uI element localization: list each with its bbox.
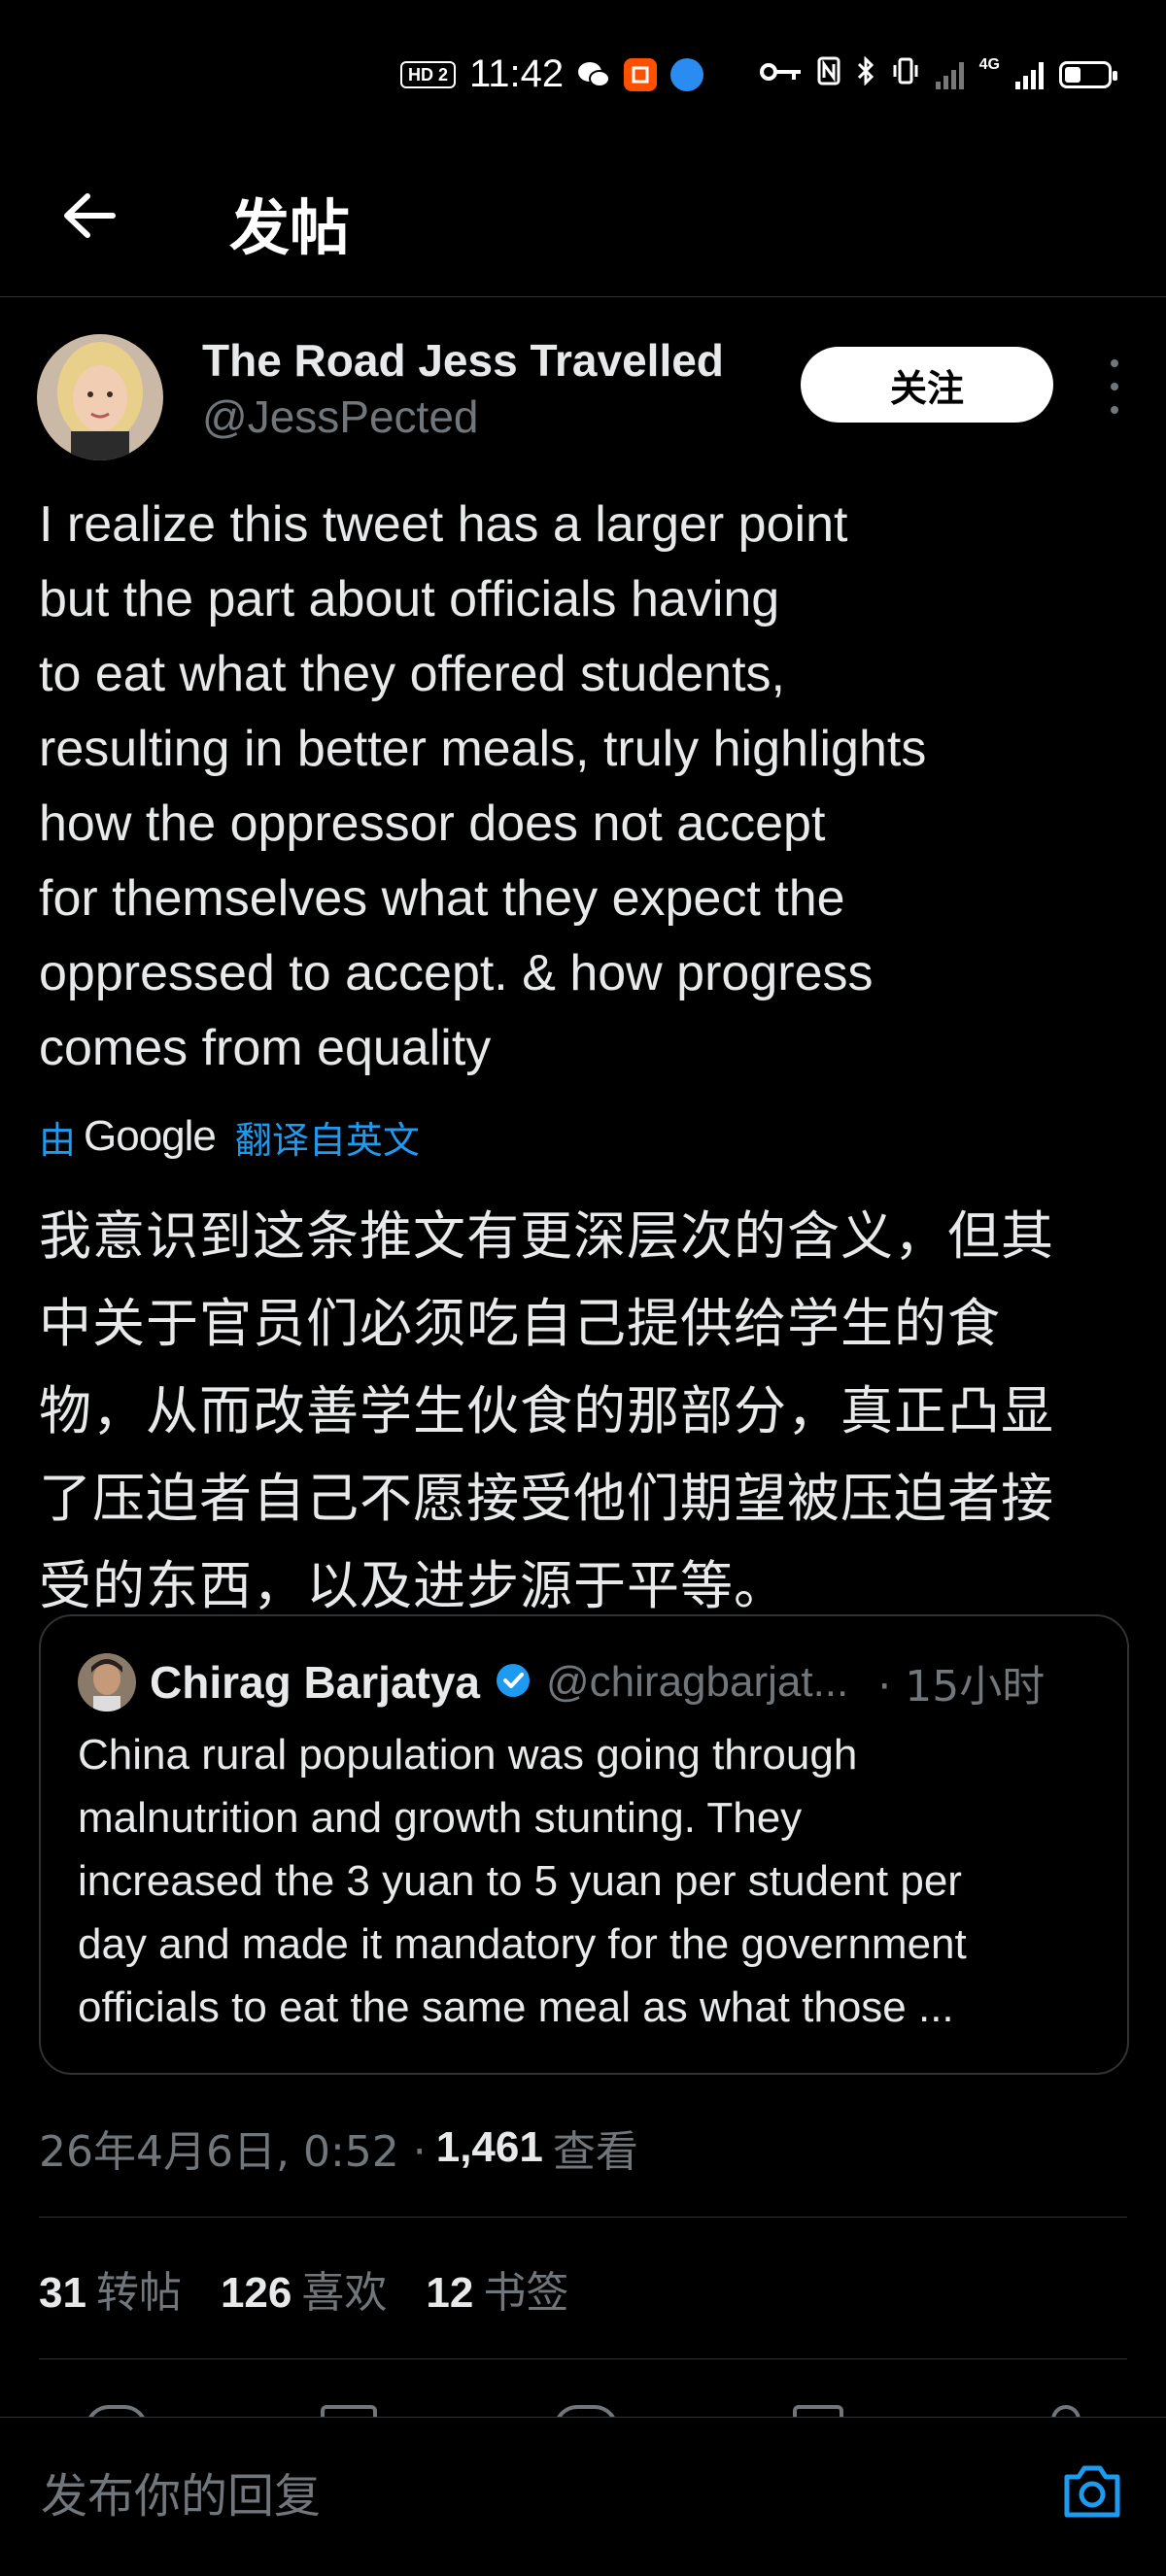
translated-line: 我意识到这条推文有更深层次的含义，但其 — [39, 1205, 1054, 1267]
tweet-stats: 31 转帖 126 喜欢 12 书签 — [39, 2254, 568, 2323]
bookmarks-count: 12 — [426, 2269, 474, 2317]
reply-bar — [0, 2417, 1166, 2576]
translate-link[interactable]: 翻译自英文 — [235, 1110, 420, 1164]
author-handle[interactable]: @JessPected — [202, 390, 479, 443]
tweet-line: but the part about officials having — [39, 571, 780, 627]
verified-badge-icon — [494, 1661, 532, 1705]
quoted-tweet-header: Chirag Barjatya @chiragbarjat... · 15小时 — [78, 1651, 1094, 1713]
battery-level — [1065, 67, 1080, 83]
tweet-timestamp: 26年4月6日, 0:52 · — [39, 2127, 427, 2177]
translation-attribution: 由 Google 翻译自英文 — [39, 1107, 420, 1166]
header: 发帖 — [0, 155, 1166, 297]
browser-icon — [670, 57, 704, 91]
back-button[interactable] — [58, 185, 120, 247]
view-count: 1,461 — [435, 2123, 543, 2171]
quoted-tweet-text: China rural population was going through… — [78, 1723, 1108, 2039]
status-right: 4G — [759, 55, 1117, 93]
reply-input[interactable] — [39, 2447, 917, 2546]
hd-badge: HD 2 — [400, 60, 457, 88]
divider — [39, 2217, 1127, 2218]
translated-line: 中关于官员们必须吃自己提供给学生的食 — [39, 1293, 1001, 1354]
tweet-meta: 26年4月6日, 0:52 · 1,461 查看 — [39, 2114, 638, 2182]
quoted-line: officials to eat the same meal as what t… — [78, 1983, 954, 2031]
view-label: 查看 — [552, 2127, 638, 2177]
vibrate-icon — [891, 56, 920, 93]
arrow-left-icon — [64, 193, 116, 238]
author-name[interactable]: The Road Jess Travelled — [202, 334, 724, 387]
translate-by-label: 由 — [39, 1118, 77, 1162]
likes-label: 喜欢 — [301, 2268, 388, 2318]
more-options-icon[interactable] — [1100, 359, 1129, 414]
tweet-line: to eat what they offered students, — [39, 646, 785, 702]
camera-button[interactable] — [1059, 2458, 1125, 2525]
reposts-stat[interactable]: 31 转帖 — [39, 2257, 182, 2320]
divider — [39, 2358, 1127, 2359]
likes-count: 126 — [220, 2269, 292, 2317]
tweet-author: The Road Jess Travelled @JessPected 关注 — [37, 330, 1129, 466]
translated-line: 了压迫者自己不愿接受他们期望被压迫者接 — [39, 1468, 1054, 1529]
translated-text: 我意识到这条推文有更深层次的含义，但其 中关于官员们必须吃自己提供给学生的食 物… — [39, 1193, 1147, 1630]
quoted-tweet-time: · 15小时 — [877, 1662, 1046, 1712]
tweet-line: I realize this tweet has a larger point — [39, 496, 848, 553]
status-left: HD 2 11:42 — [400, 52, 704, 96]
translated-line: 物，从而改善学生伙食的那部分，真正凸显 — [39, 1380, 1054, 1441]
google-logo: Google — [84, 1112, 217, 1160]
network-label: 4G — [978, 56, 1000, 73]
quoted-author-name: Chirag Barjatya — [150, 1657, 481, 1708]
quoted-author-handle: @chiragbarjat... — [546, 1658, 849, 1706]
battery-icon — [1059, 61, 1117, 88]
bookmarks-stat[interactable]: 12 书签 — [426, 2257, 568, 2320]
author-avatar[interactable] — [37, 334, 163, 460]
status-time: 11:42 — [469, 52, 565, 95]
tweet-line: resulting in better meals, truly highlig… — [39, 721, 927, 777]
key-icon — [759, 58, 802, 91]
nfc-icon — [817, 56, 840, 93]
reposts-count: 31 — [39, 2269, 86, 2317]
tweet-text: I realize this tweet has a larger point … — [39, 488, 1137, 1086]
quoted-tweet-card[interactable]: Chirag Barjatya @chiragbarjat... · 15小时 … — [39, 1614, 1129, 2075]
quoted-line: increased the 3 yuan to 5 yuan per stude… — [78, 1857, 962, 1905]
tweet-line: how the oppressor does not accept — [39, 796, 826, 852]
page-title: 发帖 — [229, 195, 351, 262]
signal-icon-1 — [935, 60, 964, 89]
bluetooth-icon — [856, 55, 875, 93]
quoted-author-avatar — [78, 1653, 136, 1712]
reposts-label: 转帖 — [95, 2268, 182, 2318]
quoted-line: day and made it mandatory for the govern… — [78, 1920, 967, 1968]
wechat-icon — [577, 58, 611, 91]
signal-icon-2 — [1015, 60, 1044, 89]
taobao-icon — [624, 57, 658, 91]
tweet-line: oppressed to accept. & how progress — [39, 945, 874, 1001]
quoted-line: malnutrition and growth stunting. They — [78, 1794, 803, 1842]
camera-icon — [1064, 2465, 1120, 2518]
likes-stat[interactable]: 126 喜欢 — [221, 2257, 387, 2320]
tweet-line: for themselves what they expect the — [39, 870, 845, 927]
quoted-line: China rural population was going through — [78, 1731, 858, 1779]
bookmarks-label: 书签 — [483, 2268, 569, 2318]
status-bar: HD 2 11:42 4G — [0, 0, 1166, 155]
follow-button[interactable]: 关注 — [801, 347, 1053, 423]
tweet-line: comes from equality — [39, 1020, 492, 1076]
